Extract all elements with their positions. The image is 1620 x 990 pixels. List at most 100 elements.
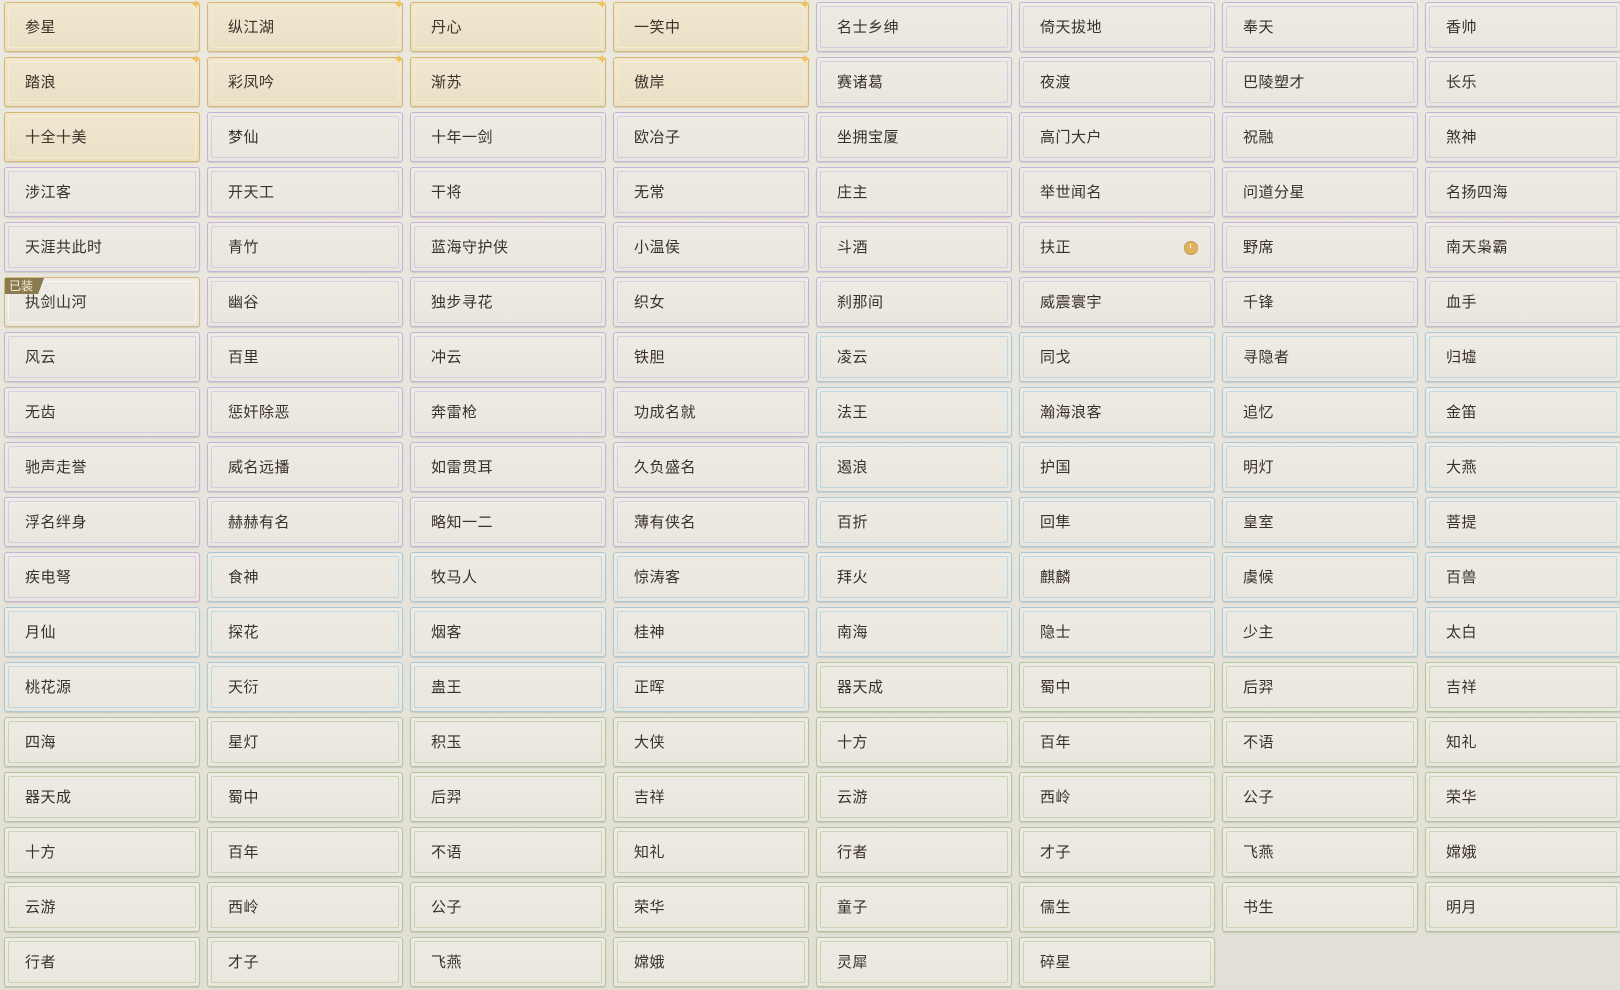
title-tile[interactable]: 蓝海守护侠 xyxy=(410,222,606,272)
title-tile[interactable]: 威名远播 xyxy=(207,442,403,492)
title-tile[interactable]: 嫦娥 xyxy=(613,937,809,987)
title-tile[interactable]: 西岭 xyxy=(207,882,403,932)
title-tile[interactable]: 麒麟 xyxy=(1019,552,1215,602)
title-tile[interactable]: 器天成 xyxy=(4,772,200,822)
title-tile[interactable]: 同戈 xyxy=(1019,332,1215,382)
title-tile[interactable]: 坐拥宝厦 xyxy=(816,112,1012,162)
title-tile[interactable]: 奔雷枪 xyxy=(410,387,606,437)
title-tile[interactable]: 南天枭霸 xyxy=(1425,222,1620,272)
title-tile[interactable]: 行者 xyxy=(4,937,200,987)
title-tile[interactable]: 碎星 xyxy=(1019,937,1215,987)
title-tile[interactable]: 名士乡绅 xyxy=(816,2,1012,52)
title-tile[interactable]: 云游 xyxy=(4,882,200,932)
title-tile[interactable]: 行者 xyxy=(816,827,1012,877)
title-tile[interactable]: 月仙 xyxy=(4,607,200,657)
title-tile[interactable]: 百折 xyxy=(816,497,1012,547)
title-tile[interactable]: 百里 xyxy=(207,332,403,382)
title-tile[interactable]: 牧马人 xyxy=(410,552,606,602)
title-tile[interactable]: 赛诸葛 xyxy=(816,57,1012,107)
title-tile[interactable]: 惩奸除恶 xyxy=(207,387,403,437)
title-tile[interactable]: 荣华 xyxy=(613,882,809,932)
title-tile[interactable]: 功成名就 xyxy=(613,387,809,437)
title-tile[interactable]: 一笑中 ✦ xyxy=(613,0,811,52)
title-tile[interactable]: 执剑山河 已装 xyxy=(4,277,200,327)
title-tile[interactable]: 少主 xyxy=(1222,607,1418,657)
title-tile[interactable]: 长乐 xyxy=(1425,57,1620,107)
title-tile[interactable]: 烟客 xyxy=(410,607,606,657)
title-tile[interactable]: 薄有侠名 xyxy=(613,497,809,547)
title-tile[interactable]: 名扬四海 xyxy=(1425,167,1620,217)
title-tile[interactable]: 冲云 xyxy=(410,332,606,382)
title-tile[interactable]: 赫赫有名 xyxy=(207,497,403,547)
title-tile[interactable]: 参星 ✦ xyxy=(4,0,202,52)
title-tile[interactable]: 十方 xyxy=(816,717,1012,767)
title-tile[interactable]: 寻隐者 xyxy=(1222,332,1418,382)
title-tile[interactable]: 久负盛名 xyxy=(613,442,809,492)
title-tile[interactable]: 虞候 xyxy=(1222,552,1418,602)
title-tile[interactable]: 傲岸 ✦ xyxy=(613,53,811,107)
title-tile[interactable]: 小温侯 xyxy=(613,222,809,272)
title-tile[interactable]: 后羿 xyxy=(410,772,606,822)
title-tile[interactable]: 拜火 xyxy=(816,552,1012,602)
title-tile[interactable]: 后羿 xyxy=(1222,662,1418,712)
title-tile[interactable]: 纵江湖 ✦ xyxy=(207,0,405,52)
title-tile[interactable]: 蜀中 xyxy=(207,772,403,822)
title-tile[interactable]: 器天成 xyxy=(816,662,1012,712)
title-tile[interactable]: 彩凤吟 ✦ xyxy=(207,53,405,107)
title-tile[interactable]: 蛊王 xyxy=(410,662,606,712)
title-tile[interactable]: 护国 xyxy=(1019,442,1215,492)
title-tile[interactable]: 明灯 xyxy=(1222,442,1418,492)
title-tile[interactable]: 回隼 xyxy=(1019,497,1215,547)
title-tile[interactable]: 渐苏 ✦ xyxy=(410,53,608,107)
title-tile[interactable]: 书生 xyxy=(1222,882,1418,932)
title-tile[interactable]: 野席 xyxy=(1222,222,1418,272)
title-tile[interactable]: 追忆 xyxy=(1222,387,1418,437)
title-tile[interactable]: 铁胆 xyxy=(613,332,809,382)
title-tile[interactable]: 斗酒 xyxy=(816,222,1012,272)
title-tile[interactable]: 丹心 ✦ xyxy=(410,0,608,52)
title-tile[interactable]: 千锋 xyxy=(1222,277,1418,327)
title-tile[interactable]: 明月 xyxy=(1425,882,1620,932)
title-tile[interactable]: 瀚海浪客 xyxy=(1019,387,1215,437)
title-tile[interactable]: 公子 xyxy=(1222,772,1418,822)
title-tile[interactable]: 如雷贯耳 xyxy=(410,442,606,492)
title-tile[interactable]: 青竹 xyxy=(207,222,403,272)
title-tile[interactable]: 吉祥 xyxy=(613,772,809,822)
title-tile[interactable]: 嫦娥 xyxy=(1425,827,1620,877)
title-tile[interactable]: 织女 xyxy=(613,277,809,327)
title-tile[interactable]: 金笛 xyxy=(1425,387,1620,437)
title-tile[interactable]: 不语 xyxy=(1222,717,1418,767)
title-tile[interactable]: 略知一二 xyxy=(410,497,606,547)
title-tile[interactable]: 倚天拔地 xyxy=(1019,2,1215,52)
title-tile[interactable]: 公子 xyxy=(410,882,606,932)
title-tile[interactable]: 梦仙 xyxy=(207,112,403,162)
title-tile[interactable]: 灵犀 xyxy=(816,937,1012,987)
title-tile[interactable]: 凌云 xyxy=(816,332,1012,382)
title-tile[interactable]: 四海 xyxy=(4,717,200,767)
title-tile[interactable]: 风云 xyxy=(4,332,200,382)
title-tile[interactable]: 驰声走誉 xyxy=(4,442,200,492)
title-tile[interactable]: 南海 xyxy=(816,607,1012,657)
title-tile[interactable]: 欧冶子 xyxy=(613,112,809,162)
title-tile[interactable]: 菩提 xyxy=(1425,497,1620,547)
title-tile[interactable]: 血手 xyxy=(1425,277,1620,327)
title-tile[interactable]: 奉天 xyxy=(1222,2,1418,52)
title-tile[interactable]: 食神 xyxy=(207,552,403,602)
title-tile[interactable]: 百年 xyxy=(1019,717,1215,767)
title-tile[interactable]: 浮名绊身 xyxy=(4,497,200,547)
title-tile[interactable]: 举世闻名 xyxy=(1019,167,1215,217)
title-tile[interactable]: 吉祥 xyxy=(1425,662,1620,712)
title-tile[interactable]: 桃花源 xyxy=(4,662,200,712)
title-tile[interactable]: 无齿 xyxy=(4,387,200,437)
title-tile[interactable]: 探花 xyxy=(207,607,403,657)
title-tile[interactable]: 隐士 xyxy=(1019,607,1215,657)
title-tile[interactable]: 刹那间 xyxy=(816,277,1012,327)
title-tile[interactable]: 天涯共此时 xyxy=(4,222,200,272)
title-tile[interactable]: 幽谷 xyxy=(207,277,403,327)
title-tile[interactable]: 问道分星 xyxy=(1222,167,1418,217)
title-tile[interactable]: 大燕 xyxy=(1425,442,1620,492)
title-tile[interactable]: 十全十美 xyxy=(4,112,200,162)
title-tile[interactable]: 无常 xyxy=(613,167,809,217)
title-tile[interactable]: 皇室 xyxy=(1222,497,1418,547)
title-tile[interactable]: 干将 xyxy=(410,167,606,217)
